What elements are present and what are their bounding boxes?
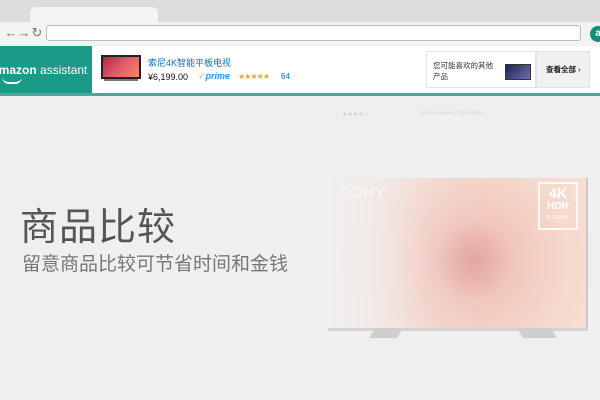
page-title: 商品比较 — [20, 205, 177, 249]
back-icon[interactable]: ← — [4, 26, 18, 40]
brand-bold: amazon — [0, 63, 37, 77]
assistant-extension-icon[interactable]: a — [590, 26, 600, 42]
tv-leg-right — [517, 328, 557, 338]
amazon-assistant-bar: amazon assistant 索尼4K智能平板电视 ¥6,199.00 ✓p… — [0, 46, 600, 96]
badge-4k: 4K — [549, 185, 567, 201]
chevron-right-icon: › — [578, 65, 581, 74]
main-content: ★★★★☆ 45 Answered Questions SONY 4K HDR … — [0, 96, 600, 400]
product-thumbnail-stand — [104, 79, 138, 81]
browser-toolbar: ← → ↻ a — [0, 22, 600, 47]
badge-ultra-hd: ULTRA HD — [545, 215, 571, 221]
faint-questions-text: 45 Answered Questions — [420, 111, 484, 117]
product-thumbnail[interactable] — [101, 55, 141, 79]
page-subtitle: 留意商品比较可节省时间和金钱 — [22, 253, 289, 275]
tab-strip — [0, 0, 600, 23]
prime-check-icon: ✓ — [198, 71, 206, 81]
recommendation-thumbnail[interactable] — [505, 64, 531, 80]
review-count-link[interactable]: 64 — [281, 72, 290, 81]
forward-icon[interactable]: → — [17, 26, 31, 40]
star-rating-icon: ★★★★★ — [238, 72, 270, 81]
faint-rating-text: ★★★★☆ — [342, 112, 369, 118]
see-all-button[interactable]: 查看全部 › — [536, 51, 590, 88]
browser-tab[interactable] — [30, 7, 158, 23]
brand-rest: assistant — [40, 63, 88, 77]
reload-icon[interactable]: ↻ — [30, 26, 44, 40]
tv-brand-logo: SONY — [340, 184, 387, 201]
brand-text: amazon assistant — [0, 63, 87, 77]
product-title-link[interactable]: 索尼4K智能平板电视 — [148, 56, 231, 69]
amazon-smile-icon — [2, 77, 22, 84]
prime-badge: ✓prime — [198, 71, 230, 82]
address-bar[interactable] — [46, 25, 581, 41]
recommendation-box[interactable]: 您可能喜欢的其他产品 — [426, 51, 536, 88]
tv-frame-edge — [586, 178, 588, 328]
product-price: ¥6,199.00 — [148, 72, 189, 82]
recommendation-text: 您可能喜欢的其他产品 — [433, 61, 493, 81]
prime-label: prime — [205, 71, 231, 81]
badge-hdr: HDR — [547, 201, 569, 212]
tv-leg-left — [369, 328, 403, 338]
see-all-label: 查看全部 — [546, 65, 576, 74]
amazon-assistant-logo[interactable]: amazon assistant — [0, 46, 92, 93]
4k-hdr-badge: 4K HDR ULTRA HD — [538, 182, 578, 230]
